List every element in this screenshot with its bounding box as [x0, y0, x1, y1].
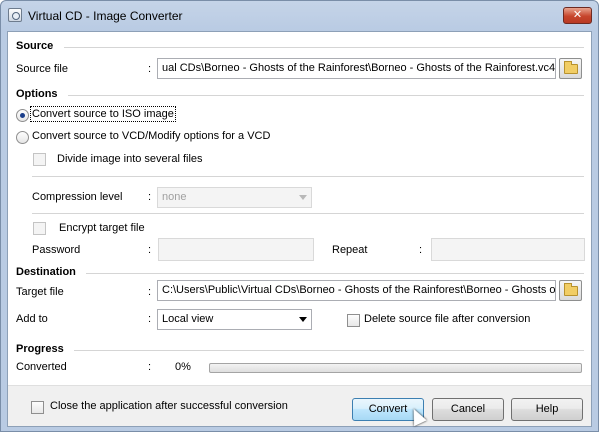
destination-section-title: Destination	[16, 266, 76, 278]
compression-level-select[interactable]: none	[157, 187, 312, 208]
close-window-button[interactable]: ✕	[563, 7, 592, 24]
add-to-label: Add to	[16, 313, 48, 325]
browse-target-button[interactable]	[559, 280, 582, 301]
source-divider	[64, 47, 584, 48]
add-to-value: Local view	[162, 313, 214, 325]
delete-source-label[interactable]: Delete source file after conversion	[364, 313, 530, 325]
source-file-label: Source file	[16, 63, 68, 75]
browse-source-button[interactable]	[559, 58, 582, 79]
window-title: Virtual CD - Image Converter	[28, 9, 183, 23]
delete-source-checkbox[interactable]	[347, 314, 360, 327]
converted-percent: 0%	[175, 361, 191, 373]
options-inner-divider-2	[32, 213, 584, 214]
add-to-colon: :	[148, 313, 152, 325]
add-to-select[interactable]: Local view	[157, 309, 312, 330]
repeat-label: Repeat	[332, 244, 368, 256]
target-file-field[interactable]: C:\Users\Public\Virtual CDs\Borneo - Gho…	[157, 280, 556, 301]
encrypt-target-label: Encrypt target file	[59, 222, 145, 234]
compression-colon: :	[148, 191, 152, 203]
virtual-cd-app-icon	[8, 8, 22, 22]
iso-radio-label[interactable]: Convert source to ISO image	[30, 106, 176, 122]
options-section-title: Options	[16, 88, 58, 100]
source-section-title: Source	[16, 40, 54, 52]
folder-icon	[564, 61, 578, 74]
source-file-field[interactable]: ual CDs\Borneo - Ghosts of the Rainfores…	[157, 58, 556, 79]
options-divider	[68, 95, 584, 96]
converted-label: Converted	[16, 361, 67, 373]
repeat-colon: :	[419, 244, 423, 256]
folder-icon	[564, 283, 578, 296]
password-field[interactable]	[158, 238, 314, 261]
progress-divider	[74, 350, 584, 351]
destination-divider	[86, 273, 584, 274]
button-bar: Close the application after successful c…	[8, 385, 591, 427]
password-colon: :	[148, 244, 152, 256]
target-file-label: Target file	[16, 286, 64, 298]
progress-section-title: Progress	[16, 343, 64, 355]
divide-image-checkbox[interactable]	[33, 153, 46, 166]
target-file-colon: :	[148, 286, 152, 298]
encrypt-target-checkbox[interactable]	[33, 222, 46, 235]
chevron-down-icon	[299, 195, 307, 200]
converted-colon: :	[148, 361, 152, 373]
help-button[interactable]: Help	[511, 398, 583, 421]
dialog-client-area: Source Source file : ual CDs\Borneo - Gh…	[7, 31, 592, 427]
divide-image-label: Divide image into several files	[57, 153, 203, 165]
close-app-checkbox[interactable]	[31, 401, 44, 414]
vcd-radio[interactable]	[16, 131, 29, 144]
conversion-progress-bar	[209, 363, 582, 373]
compression-level-value: none	[162, 191, 187, 203]
close-app-label[interactable]: Close the application after successful c…	[50, 400, 288, 412]
repeat-password-field[interactable]	[431, 238, 585, 261]
cancel-button[interactable]: Cancel	[432, 398, 504, 421]
title-bar[interactable]: Virtual CD - Image Converter ✕	[1, 1, 598, 31]
chevron-down-icon	[299, 317, 307, 322]
image-converter-window: Virtual CD - Image Converter ✕ Source So…	[0, 0, 599, 432]
options-inner-divider-1	[32, 176, 584, 177]
vcd-radio-label[interactable]: Convert source to VCD/Modify options for…	[32, 130, 270, 142]
password-label: Password	[32, 244, 81, 256]
source-file-colon: :	[148, 63, 152, 75]
compression-level-label: Compression level	[32, 191, 123, 203]
iso-radio[interactable]	[16, 109, 29, 122]
